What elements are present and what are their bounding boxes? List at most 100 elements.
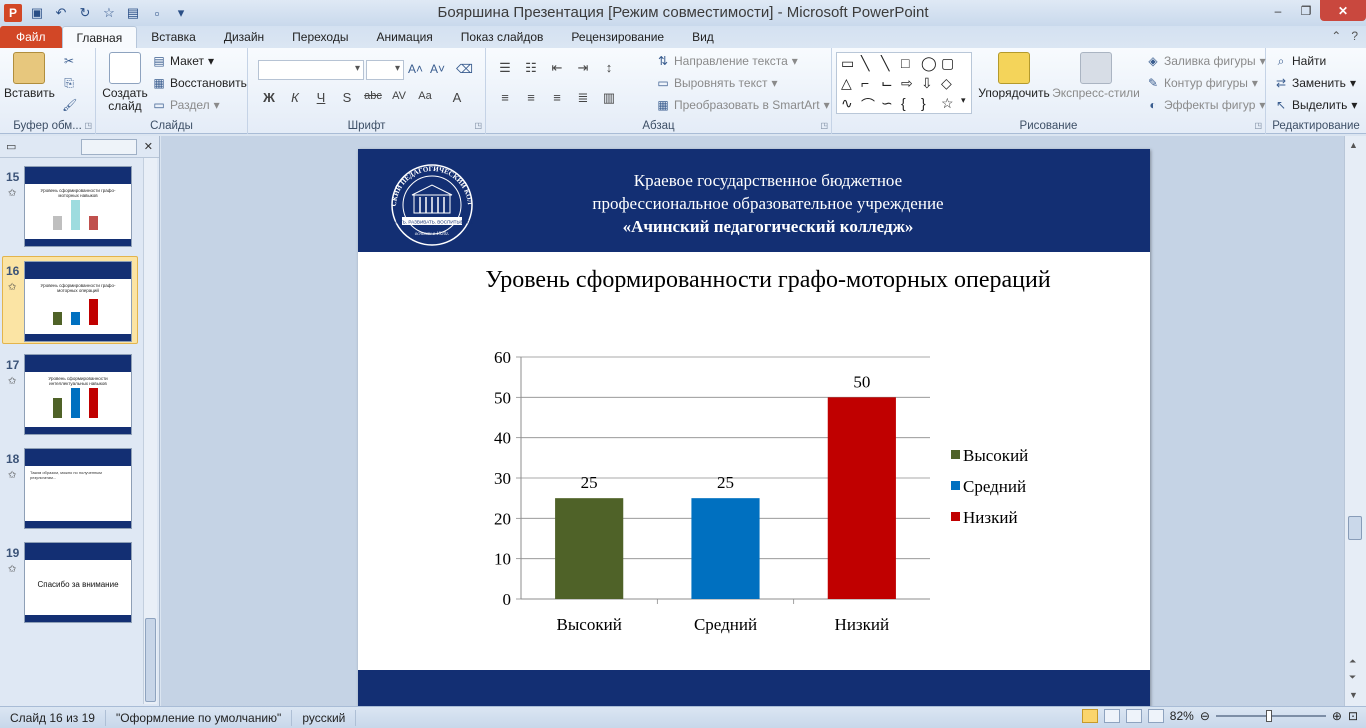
tab-home[interactable]: Главная bbox=[61, 26, 138, 48]
next-slide-icon[interactable]: ⏷ bbox=[1349, 672, 1356, 683]
change-case-icon[interactable]: Aa bbox=[416, 90, 434, 105]
tab-review[interactable]: Рецензирование bbox=[557, 26, 678, 48]
close-icon[interactable]: ✕ bbox=[1320, 0, 1366, 21]
scroll-up-icon[interactable]: ▲ bbox=[1349, 140, 1358, 150]
tab-view[interactable]: Вид bbox=[678, 26, 728, 48]
zoom-in-icon[interactable]: ⊕ bbox=[1332, 709, 1342, 723]
rounded-rect-shape-icon[interactable]: ▢ bbox=[941, 55, 954, 72]
zoom-out-icon[interactable]: ⊖ bbox=[1200, 709, 1210, 723]
textbox-shape-icon[interactable]: ▭ bbox=[841, 55, 854, 72]
star-icon[interactable]: ☆ bbox=[100, 4, 118, 22]
char-spacing-icon[interactable]: AV bbox=[390, 90, 408, 105]
brace-right-shape-icon[interactable]: } bbox=[921, 95, 926, 111]
new-slide-button[interactable]: Создать слайд bbox=[100, 52, 150, 113]
align-left-icon[interactable]: ≡ bbox=[496, 90, 514, 106]
bar-chart[interactable]: 0 10 20 30 40 50 60 25 Высокий 25 Средний 50 Низкий В… bbox=[358, 149, 1150, 706]
replace-button[interactable]: ⇄ Заменить ▾ bbox=[1274, 76, 1356, 90]
find-button[interactable]: ⌕ Найти bbox=[1274, 54, 1327, 68]
line-spacing-icon[interactable]: ↕ bbox=[600, 60, 618, 76]
font-color-icon[interactable]: A bbox=[448, 90, 466, 105]
tab-file[interactable]: Файл bbox=[0, 26, 62, 48]
grow-font-button[interactable]: A˄ bbox=[408, 62, 423, 76]
close-panel-icon[interactable]: ✕ bbox=[144, 140, 153, 153]
bullets-icon[interactable]: ☰ bbox=[496, 60, 514, 76]
elbow-shape-icon[interactable]: ⌙ bbox=[881, 75, 893, 92]
slide-thumbnail-18[interactable]: Таким образом, можно по полученным резул… bbox=[24, 448, 132, 529]
tab-transitions[interactable]: Переходы bbox=[278, 26, 362, 48]
thumbnails-scrollbar[interactable] bbox=[143, 158, 157, 704]
paragraph-launcher-icon[interactable]: ◳ bbox=[820, 121, 828, 130]
numbering-icon[interactable]: ☷ bbox=[522, 60, 540, 76]
slide-thumbnail-17[interactable]: Уровень сформированности интеллектуальны… bbox=[24, 354, 132, 435]
increase-indent-icon[interactable]: ⇥ bbox=[574, 60, 592, 76]
align-right-icon[interactable]: ≡ bbox=[548, 90, 566, 106]
slide-scrollbar[interactable]: ▲ ⏶ ⏷ ▼ bbox=[1344, 136, 1366, 706]
brace-left-shape-icon[interactable]: { bbox=[901, 95, 906, 111]
section-button[interactable]: ▭ Раздел ▾ bbox=[152, 98, 219, 112]
new-slide-icon[interactable]: ▫ bbox=[148, 4, 166, 22]
tab-slideshow[interactable]: Показ слайдов bbox=[447, 26, 558, 48]
normal-view-button[interactable] bbox=[1081, 709, 1098, 723]
strikethrough-icon[interactable]: abc bbox=[364, 90, 382, 105]
zoom-level[interactable]: 82% bbox=[1170, 709, 1194, 723]
align-center-icon[interactable]: ≡ bbox=[522, 90, 540, 106]
save-icon[interactable]: ▣ bbox=[28, 4, 46, 22]
triangle-shape-icon[interactable]: △ bbox=[841, 75, 852, 92]
italic-icon[interactable]: К bbox=[286, 90, 304, 105]
freeform-shape-icon[interactable]: ∽ bbox=[881, 95, 893, 112]
tab-insert[interactable]: Вставка bbox=[137, 26, 210, 48]
scroll-down-icon[interactable]: ▼ bbox=[1349, 690, 1358, 700]
shape-effects-button[interactable]: ◐ Эффекты фигур ▾ bbox=[1146, 98, 1265, 112]
zoom-slider[interactable] bbox=[1215, 710, 1326, 722]
slide-sorter-view-button[interactable] bbox=[1103, 709, 1120, 723]
drawing-launcher-icon[interactable]: ◳ bbox=[1254, 121, 1262, 130]
font-name-combo[interactable] bbox=[258, 60, 364, 80]
justify-icon[interactable]: ≣ bbox=[574, 90, 592, 106]
help-icon[interactable]: ? bbox=[1351, 29, 1358, 43]
oval-shape-icon[interactable]: ◯ bbox=[921, 55, 937, 72]
current-slide[interactable]: АЧИНСКИЙ ПЕДАГОГИЧЕСКИЙ КОЛЛЕДЖ УЧИТЬ. Р… bbox=[358, 149, 1150, 706]
rectangle-shape-icon[interactable]: □ bbox=[901, 55, 909, 71]
line-shape-icon[interactable]: ╲ bbox=[861, 55, 869, 72]
down-arrow-shape-icon[interactable]: ⇩ bbox=[921, 75, 933, 92]
paste-button[interactable]: Вставить bbox=[4, 52, 55, 100]
fit-to-window-icon[interactable]: ⊡ bbox=[1348, 709, 1358, 723]
tab-animations[interactable]: Анимация bbox=[362, 26, 446, 48]
callout-shape-icon[interactable]: ◇ bbox=[941, 75, 952, 92]
shape-fill-button[interactable]: ◈ Заливка фигуры ▾ bbox=[1146, 54, 1265, 68]
shadow-icon[interactable]: S bbox=[338, 90, 356, 105]
slide-thumbnail-15[interactable]: Уровень сформированности графо-моторных … bbox=[24, 166, 132, 247]
language-indicator[interactable]: русский bbox=[292, 709, 357, 726]
arrange-button[interactable]: Упорядочить bbox=[978, 52, 1050, 100]
slide-thumbnail-16[interactable]: Уровень сформированности графо-моторных … bbox=[24, 261, 132, 342]
powerpoint-app-icon[interactable]: P bbox=[4, 4, 22, 22]
align-text-button[interactable]: ▭ Выровнять текст ▾ bbox=[656, 76, 777, 90]
text-direction-button[interactable]: ⇅ Направление текста ▾ bbox=[656, 54, 798, 68]
shapes-gallery[interactable]: ▭ ╲ ╲ □ ◯ ▢ △ ⌐ ⌙ ⇨ ⇩ ◇ ∿ ⌒ ∽ { } ☆ ▾ bbox=[836, 52, 972, 114]
slide-scroll-thumb[interactable] bbox=[1348, 516, 1362, 540]
format-painter-button[interactable]: 🖌 bbox=[62, 98, 77, 112]
line-shape-icon-2[interactable]: ╲ bbox=[881, 55, 889, 72]
select-button[interactable]: ↖ Выделить ▾ bbox=[1274, 98, 1357, 112]
minimize-ribbon-icon[interactable]: ⌃ bbox=[1331, 29, 1341, 43]
redo-icon[interactable]: ↻ bbox=[76, 4, 94, 22]
curve-shape-icon[interactable]: ∿ bbox=[841, 95, 853, 112]
tab-design[interactable]: Дизайн bbox=[210, 26, 278, 48]
theme-name[interactable]: "Оформление по умолчанию" bbox=[106, 709, 293, 726]
prev-slide-icon[interactable]: ⏶ bbox=[1349, 656, 1356, 667]
layout-icon[interactable]: ▤ bbox=[124, 4, 142, 22]
cut-button[interactable]: ✂ bbox=[62, 54, 76, 68]
font-size-combo[interactable] bbox=[366, 60, 404, 80]
slide-thumbnail-19[interactable]: Спасибо за внимание bbox=[24, 542, 132, 623]
dialog-launcher-icon[interactable]: ◳ bbox=[84, 121, 92, 130]
copy-button[interactable]: ⎘ bbox=[62, 76, 76, 90]
right-arrow-shape-icon[interactable]: ⇨ bbox=[901, 75, 913, 92]
clear-format-button[interactable]: ⌫ bbox=[456, 62, 473, 76]
thumbnails-scroll-thumb[interactable] bbox=[145, 618, 156, 702]
zoom-slider-knob[interactable] bbox=[1265, 710, 1272, 722]
smartart-button[interactable]: ▦ Преобразовать в SmartArt ▾ bbox=[656, 98, 829, 112]
undo-icon[interactable]: ↶ bbox=[52, 4, 70, 22]
bold-icon[interactable]: Ж bbox=[260, 90, 278, 105]
quick-styles-button[interactable]: Экспресс-стили bbox=[1052, 52, 1140, 100]
star-shape-icon[interactable]: ☆ bbox=[941, 95, 954, 112]
